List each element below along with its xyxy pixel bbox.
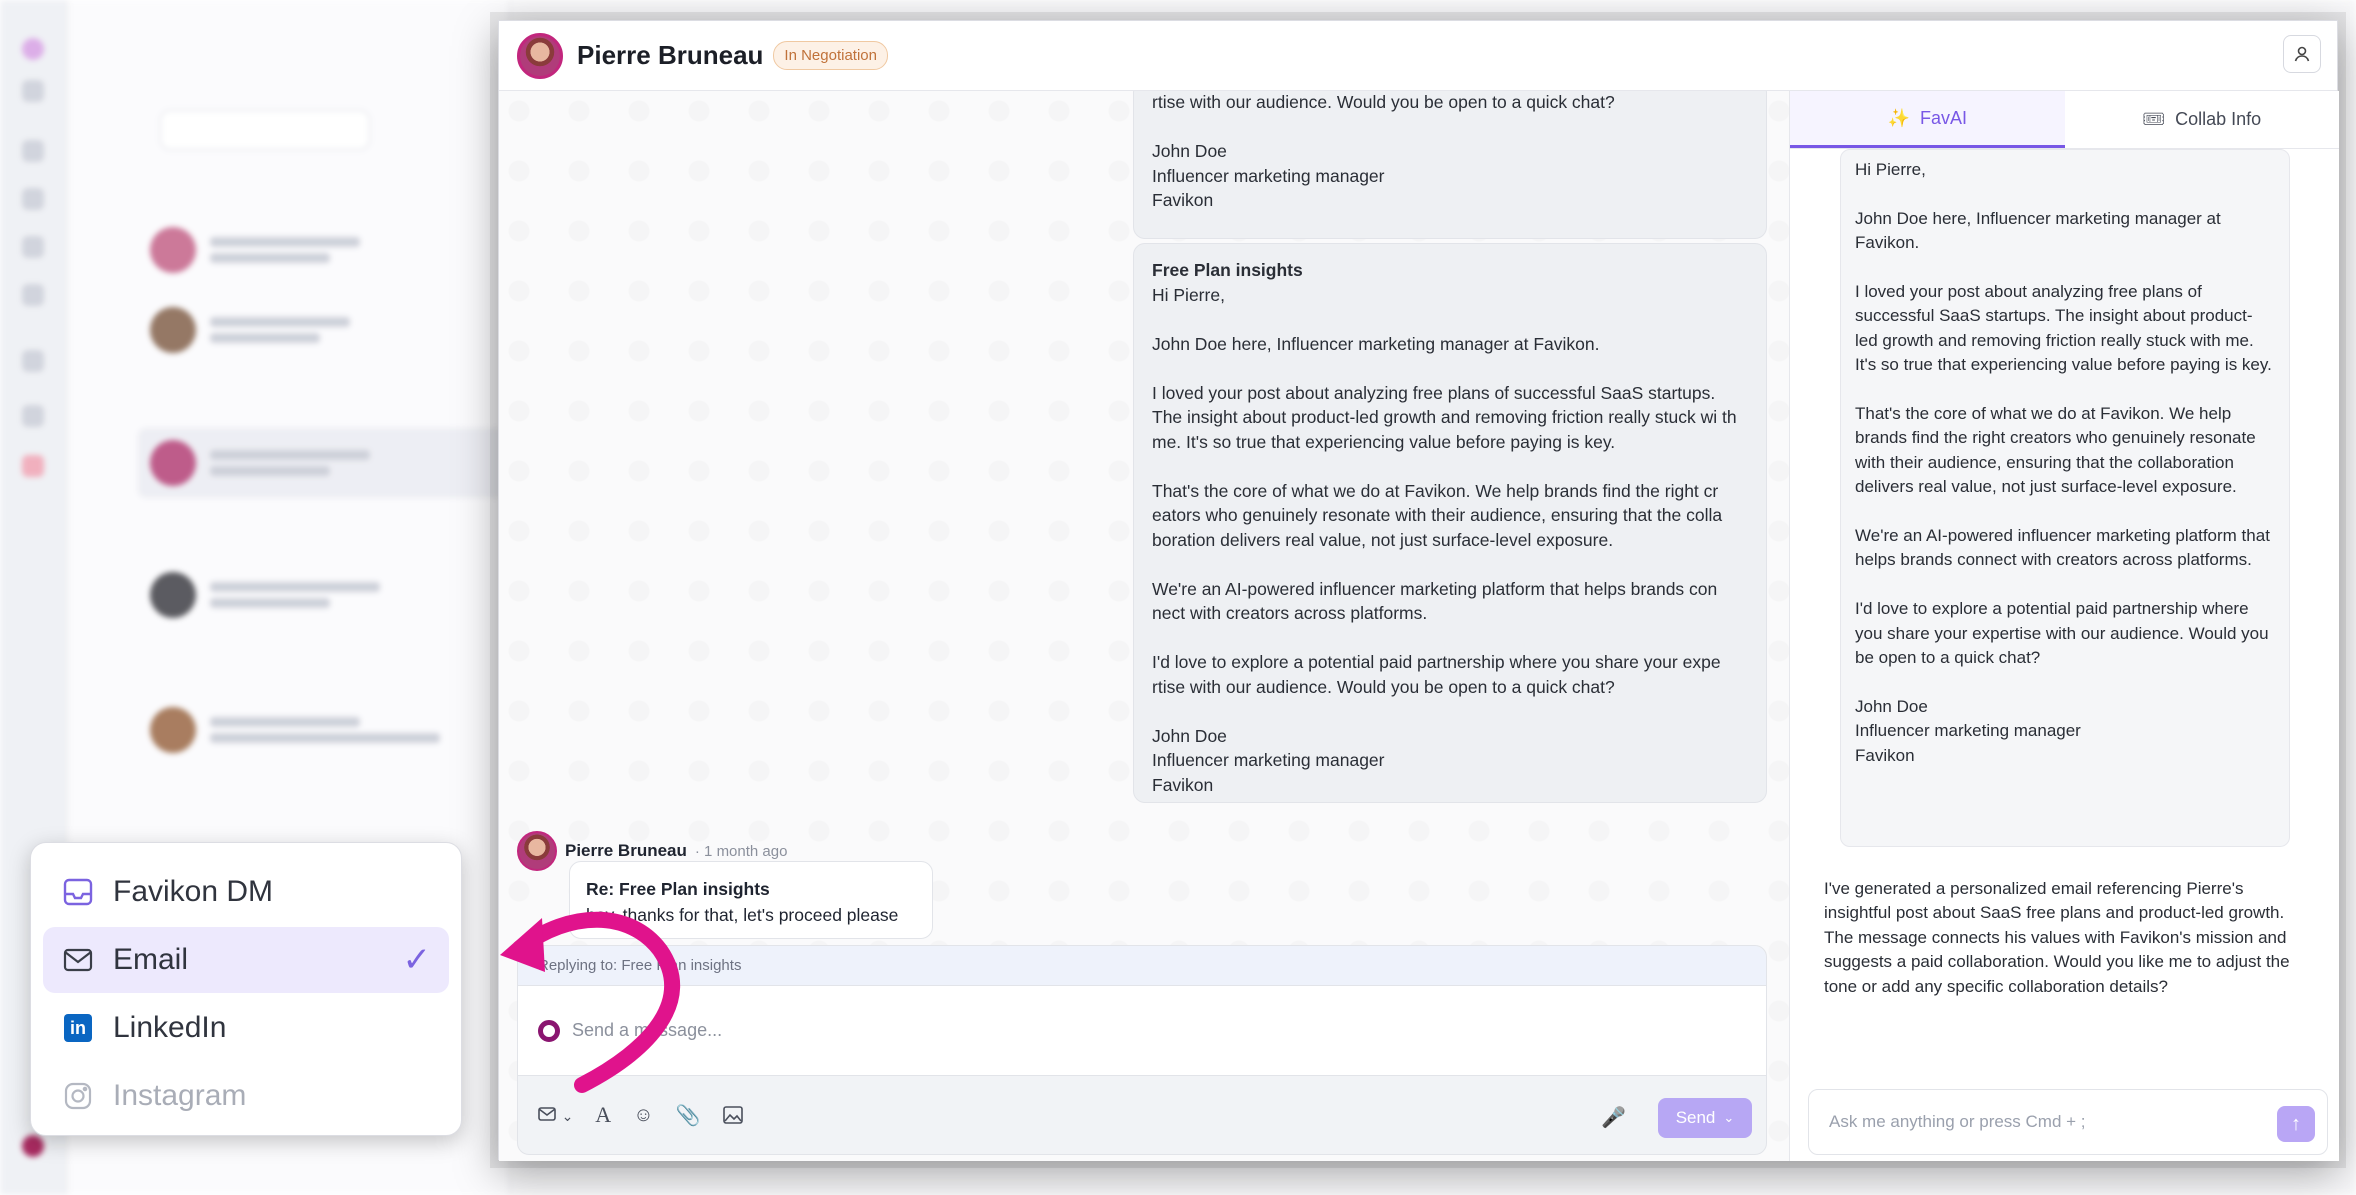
inbox-icon — [61, 875, 95, 909]
send-button[interactable]: Send ⌄ — [1658, 1098, 1752, 1138]
ai-draft-email: Hi Pierre, John Doe here, Influencer mar… — [1840, 149, 2290, 847]
emoji-icon[interactable]: ☺ — [633, 1104, 653, 1127]
ai-send-button[interactable]: ↑ — [2277, 1106, 2315, 1142]
mail-icon — [61, 943, 95, 977]
check-icon: ✓ — [402, 941, 432, 979]
contact-name[interactable]: Pierre Bruneau — [577, 40, 763, 71]
message-subject: Free Plan insights — [1152, 260, 1303, 280]
linkedin-icon: in — [61, 1011, 95, 1045]
sparkle-icon: ✨ — [1887, 107, 1910, 128]
tab-collab-info[interactable]: 🎟 Collab Info — [2065, 91, 2340, 148]
tab-favai[interactable]: ✨ FavAI — [1790, 91, 2065, 148]
message-bubble-sent: Free Plan insights Hi Pierre, John Doe h… — [1133, 243, 1767, 803]
menu-item-favikon-dm[interactable]: Favikon DM — [43, 859, 449, 925]
conversation-window: Pierre Bruneau In Negotiation rtise with… — [498, 20, 2339, 1161]
attach-icon[interactable]: 📎 — [676, 1103, 701, 1128]
text-format-icon[interactable]: A — [595, 1102, 611, 1128]
user-icon — [2294, 46, 2310, 62]
profile-button[interactable] — [2283, 35, 2321, 73]
background-search — [160, 110, 370, 150]
chevron-down-icon: ⌄ — [561, 1107, 574, 1124]
chevron-down-icon: ⌄ — [1723, 1110, 1735, 1125]
reply-time: · 1 month ago — [694, 842, 788, 860]
status-badge[interactable]: In Negotiation — [773, 41, 888, 70]
arrow-up-icon: ↑ — [2291, 1112, 2301, 1135]
microphone-icon[interactable]: 🎤 — [1601, 1105, 1626, 1130]
image-icon[interactable] — [722, 1106, 743, 1124]
side-panel-tabs: ✨ FavAI 🎟 Collab Info — [1790, 91, 2339, 149]
menu-item-email[interactable]: Email ✓ — [43, 927, 449, 993]
ai-prompt-input[interactable]: Ask me anything or press Cmd + ; ↑ — [1808, 1089, 2328, 1155]
menu-item-linkedin[interactable]: in LinkedIn — [43, 995, 449, 1061]
ai-response: I've generated a personalized email refe… — [1824, 879, 2290, 996]
menu-item-instagram[interactable]: Instagram — [43, 1063, 449, 1129]
conversation-header: Pierre Bruneau In Negotiation — [499, 21, 2337, 91]
channel-select-button[interactable]: ⌄ — [538, 1104, 573, 1127]
instagram-icon — [61, 1079, 95, 1113]
channel-menu: Favikon DM Email ✓ in LinkedIn Instagram — [30, 842, 462, 1136]
ticket-icon: 🎟 — [2142, 109, 2166, 129]
contact-avatar[interactable] — [517, 32, 563, 79]
annotation-arrow — [500, 911, 681, 1093]
reply-author: Pierre Bruneau — [565, 841, 687, 860]
message-bubble-previous: rtise with our audience. Would you be op… — [1133, 91, 1767, 239]
reply-avatar — [517, 831, 557, 871]
side-panel: ✨ FavAI 🎟 Collab Info Hi Pierre, John Do… — [1789, 91, 2339, 1161]
mail-icon — [538, 1106, 556, 1121]
